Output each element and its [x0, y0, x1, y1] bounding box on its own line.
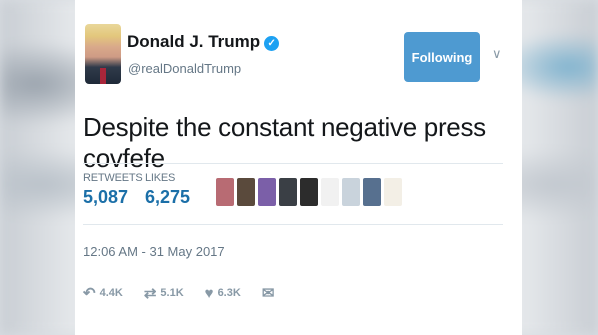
- direct-message-icon: ✉: [261, 285, 275, 302]
- liker-avatar[interactable]: [300, 178, 318, 206]
- like-button[interactable]: ♥ 6.3K: [205, 285, 241, 302]
- likes-count[interactable]: 6,275: [145, 187, 190, 208]
- liker-avatar[interactable]: [363, 178, 381, 206]
- retweet-count: 5.1K: [160, 287, 184, 299]
- retweet-button[interactable]: ⇄ 5.1K: [144, 284, 184, 302]
- author-name-row[interactable]: Donald J. Trump ✓: [127, 32, 280, 52]
- reply-count: 4.4K: [99, 287, 123, 299]
- liker-avatar[interactable]: [258, 178, 276, 206]
- reply-icon: ↶: [83, 285, 96, 302]
- liker-avatar[interactable]: [216, 178, 234, 206]
- heart-icon: ♥: [204, 284, 214, 302]
- liker-avatars: [216, 178, 402, 208]
- verified-badge-icon: ✓: [264, 36, 280, 51]
- likes-label: LIKES: [145, 172, 176, 184]
- retweets-count[interactable]: 5,087: [83, 187, 143, 208]
- divider: [83, 224, 503, 225]
- retweets-stat[interactable]: RETWEETS 5,087: [83, 172, 143, 208]
- tweet-timestamp[interactable]: 12:06 AM - 31 May 2017: [83, 244, 225, 259]
- avatar-tie-detail: [100, 68, 106, 84]
- tweet-actions: ↶ 4.4K ⇄ 5.1K ♥ 6.3K ✉: [83, 284, 299, 303]
- liker-avatar[interactable]: [237, 178, 255, 206]
- tweet-text: Despite the constant negative press covf…: [83, 112, 486, 173]
- author-handle[interactable]: @realDonaldTrump: [128, 61, 241, 76]
- likes-stat[interactable]: LIKES 6,275: [145, 172, 190, 208]
- following-button[interactable]: Following: [404, 32, 480, 82]
- author-name[interactable]: Donald J. Trump: [127, 32, 260, 51]
- liker-avatar[interactable]: [384, 178, 402, 206]
- liker-avatar[interactable]: [321, 178, 339, 206]
- tweet-card: Donald J. Trump ✓ @realDonaldTrump Follow…: [75, 0, 522, 335]
- direct-message-button[interactable]: ✉: [262, 284, 279, 302]
- like-count: 6.3K: [217, 287, 241, 299]
- retweet-icon: ⇄: [143, 285, 157, 302]
- retweets-label: RETWEETS: [83, 172, 143, 184]
- reply-button[interactable]: ↶ 4.4K: [83, 284, 123, 302]
- liker-avatar[interactable]: [342, 178, 360, 206]
- divider: [83, 163, 503, 164]
- chevron-down-icon[interactable]: ∨: [492, 46, 502, 62]
- liker-avatar[interactable]: [279, 178, 297, 206]
- avatar[interactable]: [85, 24, 121, 84]
